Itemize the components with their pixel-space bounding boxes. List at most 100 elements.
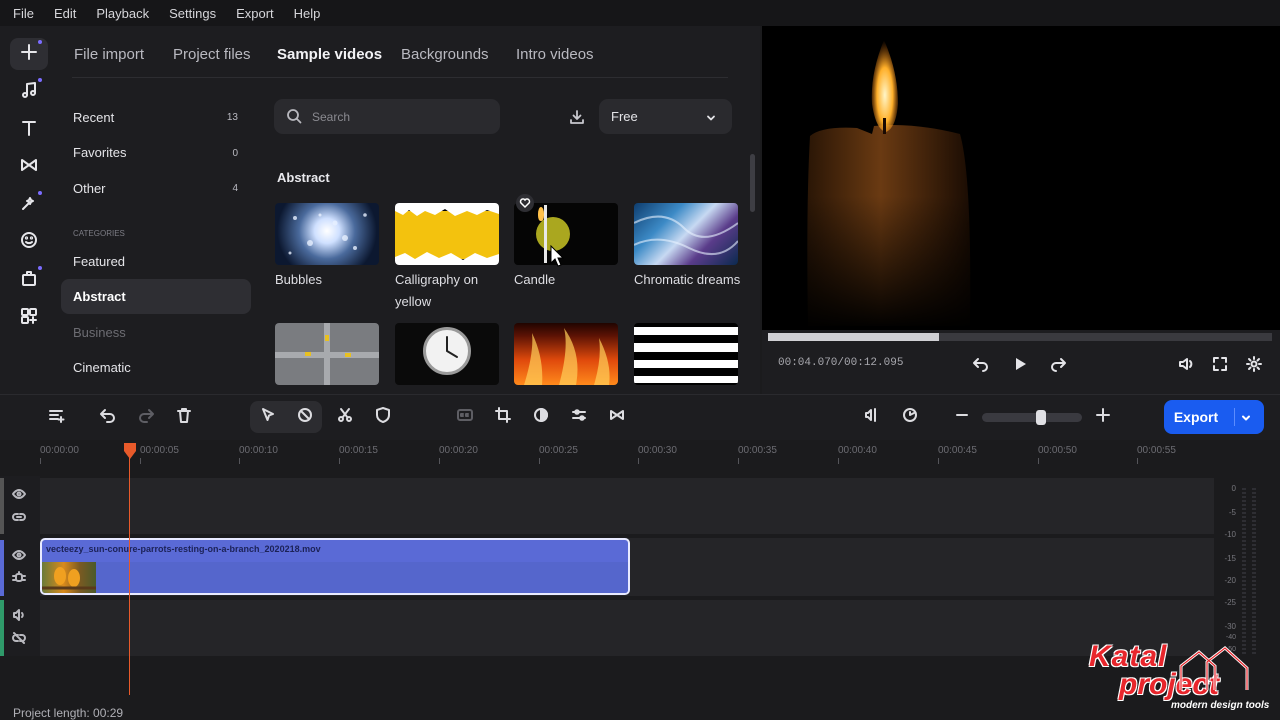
sidebar-item-favorites[interactable]: Favorites [73, 145, 126, 160]
categories-heading: CATEGORIES [73, 229, 125, 238]
video-thumb-calligraphy[interactable] [395, 203, 499, 265]
section-title: Abstract [277, 170, 330, 185]
timeline-ruler[interactable]: 00:00:00 00:00:05 00:00:10 00:00:15 00:0… [0, 440, 1280, 476]
stickers-button[interactable] [10, 226, 48, 258]
sticker-icon [19, 230, 39, 255]
scissors-icon [336, 406, 354, 429]
video-thumb-candle[interactable] [514, 203, 618, 265]
video-thumb-fire[interactable] [514, 323, 618, 385]
blade-tool-button[interactable] [293, 405, 317, 429]
menu-settings[interactable]: Settings [169, 6, 216, 21]
video-label-candle: Candle [514, 272, 556, 287]
effects-icon [19, 193, 39, 218]
elements-button[interactable] [10, 264, 48, 296]
eye-icon[interactable] [12, 487, 26, 506]
export-button[interactable]: Export [1164, 400, 1264, 434]
undo-button[interactable] [96, 405, 120, 429]
menu-edit[interactable]: Edit [54, 6, 76, 21]
search-field[interactable]: Search [274, 99, 500, 134]
tab-intro-videos[interactable]: Intro videos [516, 46, 594, 63]
notification-dot [38, 266, 42, 270]
eye-icon[interactable] [12, 548, 26, 567]
color-button[interactable] [529, 405, 553, 429]
tab-backgrounds[interactable]: Backgrounds [401, 46, 489, 63]
volume-icon[interactable] [12, 608, 26, 627]
add-track-button[interactable] [44, 405, 68, 429]
preview-timecode: 00:04.070/00:12.095 [778, 357, 903, 369]
transition-button[interactable] [605, 405, 629, 429]
step-forward-icon[interactable] [1049, 355, 1067, 378]
step-back-icon[interactable] [972, 355, 990, 378]
crop-button[interactable] [491, 405, 515, 429]
meter-scale-label: -10 [1224, 530, 1236, 539]
menu-export[interactable]: Export [236, 6, 274, 21]
tab-project-files[interactable]: Project files [173, 46, 251, 63]
favorite-heart-icon[interactable] [516, 194, 534, 212]
effects-button[interactable] [10, 189, 48, 221]
apps-button[interactable] [10, 302, 48, 334]
crop-icon [494, 406, 512, 429]
mouse-cursor-icon [550, 244, 565, 272]
settings-gear-icon[interactable] [1245, 355, 1263, 378]
redo-icon [137, 406, 155, 429]
sidebar-item-other[interactable]: Other [73, 181, 106, 196]
video-label-calligraphy: Calligraphy on yellow [395, 272, 479, 309]
zoom-slider[interactable] [982, 410, 1082, 425]
video-thumb-brush-stripes[interactable] [634, 323, 738, 385]
redo-button[interactable] [134, 405, 158, 429]
ruler-label: 00:00:00 [40, 445, 79, 456]
category-cinematic[interactable]: Cinematic [73, 360, 131, 375]
add-media-button[interactable] [10, 38, 48, 70]
sidebar-item-recent[interactable]: Recent [73, 110, 114, 125]
ruler-label: 00:00:55 [1137, 445, 1176, 456]
text-button[interactable] [10, 114, 48, 146]
captions-button[interactable] [453, 405, 477, 429]
video-thumb-chromatic-dreams[interactable] [634, 203, 738, 265]
fullscreen-icon[interactable] [1211, 355, 1229, 378]
transitions-button[interactable] [10, 151, 48, 183]
playhead-handle-icon[interactable] [123, 442, 137, 465]
category-abstract[interactable]: Abstract [73, 289, 126, 304]
music-button[interactable] [10, 76, 48, 108]
video-thumb-bubbles[interactable] [275, 203, 379, 265]
video-thumb-clock[interactable] [395, 323, 499, 385]
sliders-icon [570, 406, 588, 429]
select-tool-button[interactable] [256, 405, 280, 429]
mask-button[interactable] [371, 405, 395, 429]
zoom-in-button[interactable] [1091, 405, 1115, 429]
notification-dot [38, 78, 42, 82]
meter-bar-left [1242, 486, 1246, 654]
playhead[interactable] [129, 450, 130, 695]
adjust-button[interactable] [567, 405, 591, 429]
tab-file-import[interactable]: File import [74, 46, 144, 63]
volume-icon[interactable] [1177, 355, 1195, 378]
link-icon[interactable] [12, 510, 26, 529]
price-filter-select[interactable]: Free [599, 99, 732, 134]
video-thumb-city-aerial[interactable] [275, 323, 379, 385]
bug-icon[interactable] [12, 570, 26, 589]
split-button[interactable] [333, 405, 357, 429]
category-business[interactable]: Business [73, 325, 126, 340]
audio-track[interactable] [40, 600, 1214, 656]
chevron-down-icon[interactable] [1240, 411, 1252, 429]
category-featured[interactable]: Featured [73, 254, 125, 269]
tab-sample-videos[interactable]: Sample videos [277, 46, 382, 63]
zoom-out-button[interactable] [950, 405, 974, 429]
play-icon[interactable] [1011, 355, 1029, 378]
cursor-icon [259, 406, 277, 429]
menu-playback[interactable]: Playback [96, 6, 149, 21]
zoom-slider-knob[interactable] [1036, 410, 1046, 425]
menu-file[interactable]: File [13, 6, 34, 21]
price-filter-value: Free [611, 109, 638, 124]
preview-progress-bar[interactable] [768, 333, 1272, 341]
menu-help[interactable]: Help [294, 6, 321, 21]
library-scrollbar[interactable] [750, 154, 755, 212]
video-label-chromatic-dreams: Chromatic dreams [634, 272, 741, 287]
video-track-empty[interactable] [40, 478, 1214, 534]
speed-button[interactable] [898, 405, 922, 429]
audio-detach-button[interactable] [860, 405, 884, 429]
ruler-label: 00:00:25 [539, 445, 578, 456]
download-icon[interactable] [568, 108, 586, 131]
delete-button[interactable] [172, 405, 196, 429]
unlink-icon[interactable] [12, 631, 26, 650]
